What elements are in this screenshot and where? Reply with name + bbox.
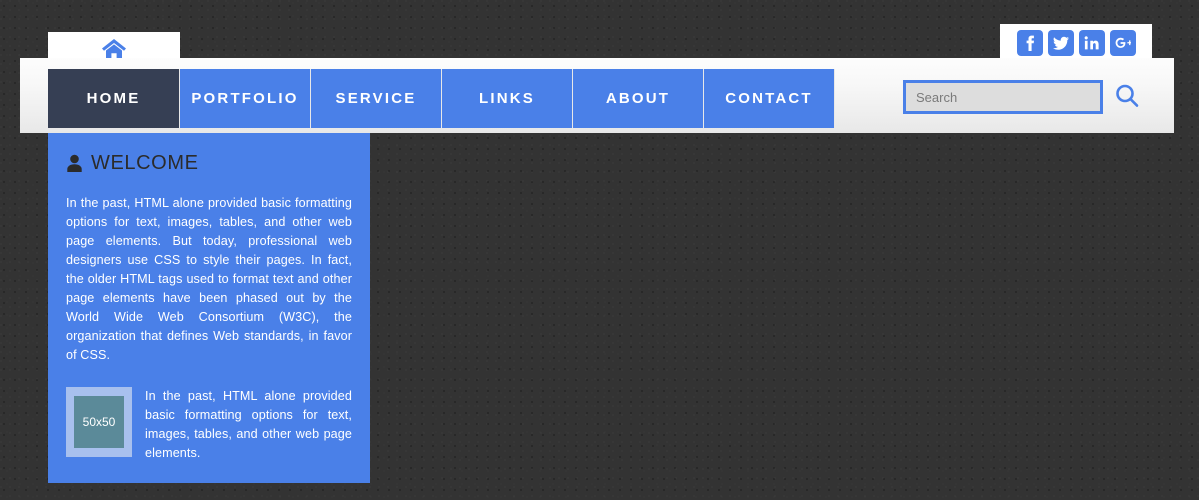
- menu-item-portfolio[interactable]: PORTFOLIO: [180, 69, 311, 128]
- welcome-heading-text: WELCOME: [91, 152, 199, 174]
- main-menu: HOME PORTFOLIO SERVICE LINKS ABOUT CONTA…: [48, 69, 835, 128]
- menu-item-service[interactable]: SERVICE: [311, 69, 442, 128]
- media-body-text: In the past, HTML alone provided basic f…: [145, 389, 352, 460]
- linkedin-icon[interactable]: [1078, 30, 1105, 56]
- media-block: 50x50 In the past, HTML alone provided b…: [66, 387, 352, 463]
- welcome-heading: WELCOME: [66, 152, 352, 175]
- menu-item-about[interactable]: ABOUT: [573, 69, 704, 128]
- search-button[interactable]: [1113, 82, 1141, 113]
- social-bar: [1000, 24, 1152, 62]
- search-input[interactable]: [903, 80, 1103, 114]
- welcome-body-text: In the past, HTML alone provided basic f…: [66, 196, 352, 362]
- search-area: [903, 80, 1141, 114]
- menu-item-links[interactable]: LINKS: [442, 69, 573, 128]
- welcome-panel: WELCOME In the past, HTML alone provided…: [48, 133, 370, 483]
- facebook-icon[interactable]: [1016, 30, 1043, 56]
- twitter-icon[interactable]: [1047, 30, 1074, 56]
- search-icon: [1113, 82, 1141, 113]
- menu-item-contact[interactable]: CONTACT: [704, 69, 835, 128]
- media-thumbnail: 50x50: [66, 387, 132, 457]
- googleplus-icon[interactable]: [1109, 30, 1136, 56]
- menu-item-home[interactable]: HOME: [48, 69, 180, 128]
- user-icon: [66, 154, 83, 173]
- media-thumbnail-label: 50x50: [74, 396, 124, 448]
